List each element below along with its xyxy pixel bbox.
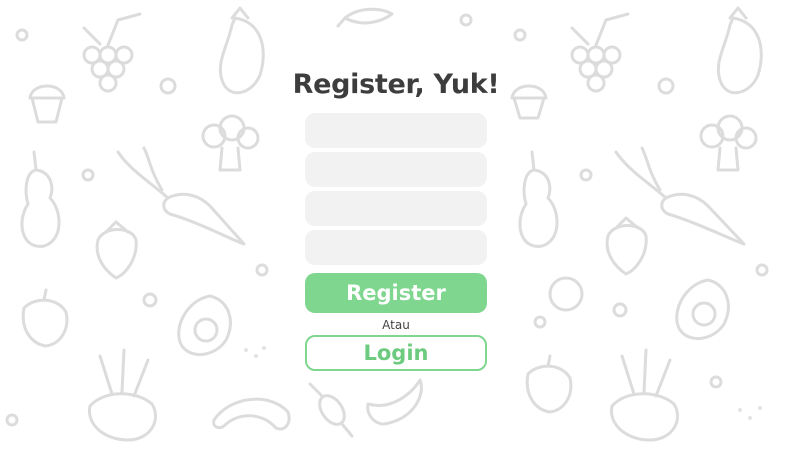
broccoli-icon — [699, 114, 758, 172]
broccoli-icon — [201, 114, 260, 172]
avocado-icon — [177, 294, 232, 356]
eggplant-icon — [218, 6, 265, 95]
separator-text: Atau — [382, 318, 410, 332]
banana-icon — [366, 378, 423, 426]
page-title: Register, Yuk! — [292, 69, 500, 100]
beet-icon — [609, 348, 680, 442]
pear-icon — [518, 150, 559, 248]
register-field-1[interactable] — [305, 113, 487, 148]
register-form: Register, Yuk! Register Atau Login — [293, 66, 500, 371]
carrot-icon — [614, 146, 746, 246]
strawberry-icon — [95, 220, 138, 280]
strawberry-icon — [605, 216, 648, 276]
leaf-icon — [336, 7, 394, 28]
eggplant-icon — [716, 6, 763, 95]
croissant-icon — [212, 397, 291, 431]
grapes-icon — [570, 12, 630, 93]
register-field-3[interactable] — [305, 191, 487, 226]
cupcake-icon — [28, 84, 66, 124]
register-field-4[interactable] — [305, 230, 487, 265]
login-button[interactable]: Login — [305, 335, 487, 371]
small-circles — [459, 13, 769, 389]
candy-icon — [308, 382, 354, 438]
register-field-2[interactable] — [305, 152, 487, 187]
bell-pepper-icon — [525, 354, 573, 414]
pear-icon — [20, 150, 61, 248]
plum-icon — [548, 276, 584, 312]
carrot-icon — [116, 146, 246, 246]
beet-icon — [87, 348, 158, 442]
bell-pepper-icon — [21, 288, 69, 348]
cupcake-icon — [510, 84, 548, 120]
avocado-icon — [675, 278, 730, 340]
grapes-icon — [82, 12, 142, 93]
register-button[interactable]: Register — [305, 273, 487, 313]
